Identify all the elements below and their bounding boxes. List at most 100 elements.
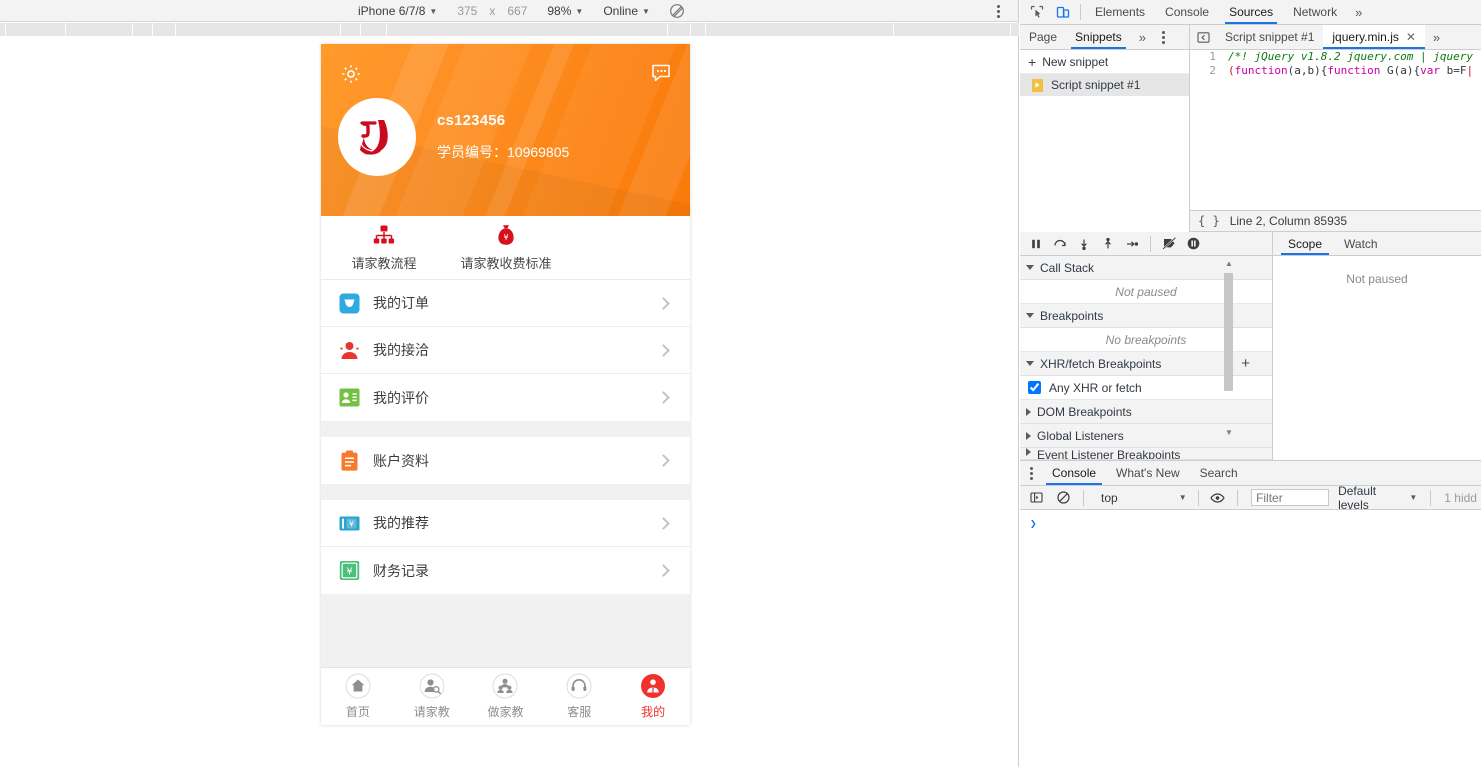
snippet-item[interactable]: Script snippet #1 — [1020, 74, 1189, 96]
viewport-width-input[interactable]: 375 — [454, 0, 480, 22]
device-emulation-area: iPhone 6/7/8 ▼ 375 x 667 98% ▼ On — [0, 0, 1019, 767]
console-context-selector[interactable]: top — [1091, 491, 1124, 505]
drawer-tab-whats-new[interactable]: What's New — [1106, 461, 1190, 485]
console-hidden-count: 1 hidd — [1438, 491, 1477, 505]
tab-elements[interactable]: Elements — [1085, 0, 1155, 24]
inspect-element-icon[interactable] — [1024, 0, 1050, 24]
debugger-toolbar — [1020, 232, 1272, 256]
tab-watch[interactable]: Watch — [1333, 232, 1389, 255]
chat-bubble-icon[interactable] — [648, 60, 674, 86]
tab-scope[interactable]: Scope — [1277, 232, 1333, 255]
section-title: DOM Breakpoints — [1037, 405, 1132, 419]
editor-tab-script-snippet[interactable]: Script snippet #1 — [1216, 25, 1323, 49]
debugger-scrollbar[interactable]: ▲ ▼ — [1224, 259, 1233, 437]
close-icon[interactable]: ✕ — [1406, 30, 1416, 44]
tab-home[interactable]: 首页 — [321, 673, 395, 720]
add-xhr-breakpoint-button[interactable]: + — [1241, 356, 1250, 371]
viewport-height-input[interactable]: 667 — [504, 0, 530, 22]
pretty-print-icon[interactable]: { } — [1198, 214, 1220, 228]
step-icon[interactable] — [1122, 234, 1142, 254]
chevron-down-icon[interactable]: ▼ — [1179, 493, 1187, 502]
main-tabs-more-button[interactable]: » — [1347, 5, 1370, 20]
navigator-tab-snippets[interactable]: Snippets — [1066, 25, 1131, 49]
console-output[interactable]: ❯ — [1020, 510, 1481, 530]
tab-label: Search — [1200, 466, 1238, 480]
sources-body: + New snippet Script snippet #1 1 /*! jQ… — [1020, 50, 1481, 232]
console-filter-input[interactable] — [1251, 489, 1329, 506]
rotate-icon[interactable] — [669, 3, 685, 19]
section-global-listeners[interactable]: Global Listeners — [1020, 424, 1272, 448]
tab-be-tutor[interactable]: 做家教 — [469, 673, 543, 720]
editor-tabs-more-button[interactable]: » — [1425, 30, 1448, 45]
navigator-more-options-button[interactable] — [1154, 31, 1174, 44]
clear-console-icon[interactable] — [1052, 486, 1077, 510]
scroll-down-icon[interactable]: ▼ — [1225, 428, 1233, 437]
quick-action-fee-standard[interactable]: ¥ 请家教收费标准 — [445, 224, 567, 272]
drawer-tab-search[interactable]: Search — [1190, 461, 1248, 485]
tab-find-tutor[interactable]: 请家教 — [395, 673, 469, 720]
menu-item-my-recommendation[interactable]: ¥ 我的推荐 — [321, 500, 690, 547]
scroll-up-icon[interactable]: ▲ — [1225, 259, 1233, 268]
live-expression-icon[interactable] — [1206, 486, 1231, 510]
code-editor[interactable]: 1 /*! jQuery v1.8.2 jquery.com | jquery … — [1190, 50, 1481, 232]
gear-icon[interactable] — [339, 62, 363, 86]
step-into-icon[interactable] — [1074, 234, 1094, 254]
device-toolbar-icon[interactable] — [1050, 0, 1076, 24]
navigator-tab-page[interactable]: Page — [1020, 25, 1066, 49]
section-title: Call Stack — [1040, 261, 1094, 275]
any-xhr-checkbox[interactable] — [1028, 381, 1041, 394]
step-over-icon[interactable] — [1050, 234, 1070, 254]
hide-navigator-icon[interactable] — [1190, 25, 1216, 49]
section-breakpoints[interactable]: Breakpoints — [1020, 304, 1272, 328]
tab-sources[interactable]: Sources — [1219, 0, 1283, 24]
section-dom-breakpoints[interactable]: DOM Breakpoints — [1020, 400, 1272, 424]
console-drawer: Console What's New Search top — [1020, 460, 1481, 767]
emulation-more-options-button[interactable] — [990, 2, 1006, 20]
bottom-tab-bar: 首页 请家教 — [321, 667, 690, 725]
tab-customer-service[interactable]: 客服 — [542, 673, 616, 720]
xhr-any-row[interactable]: Any XHR or fetch — [1020, 376, 1272, 400]
section-event-listener-breakpoints[interactable]: Event Listener Breakpoints — [1020, 448, 1272, 460]
drawer-more-options-button[interactable] — [1020, 467, 1042, 480]
device-selector-label: iPhone 6/7/8 — [358, 4, 425, 18]
tab-network[interactable]: Network — [1283, 0, 1347, 24]
step-out-icon[interactable] — [1098, 234, 1118, 254]
menu-item-my-orders[interactable]: 我的订单 — [321, 280, 690, 327]
navigator-tabs-more-button[interactable]: » — [1131, 30, 1154, 45]
pause-on-exceptions-icon[interactable] — [1183, 234, 1203, 254]
triangle-down-icon — [1026, 361, 1034, 366]
chevron-right-icon — [657, 391, 670, 404]
console-levels-label: Default levels — [1338, 484, 1405, 512]
menu-item-my-reviews[interactable]: 我的评价 — [321, 374, 690, 421]
code-line: 1 /*! jQuery v1.8.2 jquery.com | jquery — [1190, 50, 1481, 64]
quick-action-tutor-process[interactable]: 请家教流程 — [323, 224, 445, 272]
viewport-ruler — [0, 23, 1019, 36]
console-levels-selector[interactable]: Default levels ▼ — [1332, 484, 1423, 512]
section-xhr-breakpoints[interactable]: XHR/fetch Breakpoints + — [1020, 352, 1272, 376]
deactivate-breakpoints-icon[interactable] — [1159, 234, 1179, 254]
tab-label: Watch — [1344, 237, 1378, 251]
device-selector[interactable]: iPhone 6/7/8 ▼ — [355, 0, 440, 22]
plus-icon: + — [1028, 54, 1036, 70]
tab-profile[interactable]: 我的 — [616, 673, 690, 720]
snippets-pane: + New snippet Script snippet #1 — [1020, 50, 1190, 232]
dimension-separator: x — [489, 4, 495, 18]
new-snippet-button[interactable]: + New snippet — [1020, 50, 1189, 74]
menu-item-account-info[interactable]: 账户资料 — [321, 437, 690, 484]
tab-console[interactable]: Console — [1155, 0, 1219, 24]
console-sidebar-icon[interactable] — [1024, 486, 1049, 510]
drawer-tab-console[interactable]: Console — [1042, 461, 1106, 485]
student-id: 学员编号：10969805 — [437, 142, 569, 162]
order-icon — [339, 293, 360, 314]
zoom-selector[interactable]: 98% ▼ — [544, 0, 586, 22]
section-call-stack[interactable]: Call Stack — [1020, 256, 1272, 280]
menu-item-finance-records[interactable]: ¥ 财务记录 — [321, 547, 690, 594]
avatar[interactable] — [338, 98, 416, 176]
editor-tab-jquery[interactable]: jquery.min.js ✕ — [1323, 25, 1425, 49]
resume-pause-icon[interactable] — [1026, 234, 1046, 254]
line-number: 2 — [1190, 64, 1223, 78]
network-throttling-selector[interactable]: Online ▼ — [600, 0, 653, 22]
tab-label: Elements — [1095, 5, 1145, 19]
menu-item-my-contacts[interactable]: 我的接洽 — [321, 327, 690, 374]
scrollbar-thumb[interactable] — [1224, 273, 1233, 391]
